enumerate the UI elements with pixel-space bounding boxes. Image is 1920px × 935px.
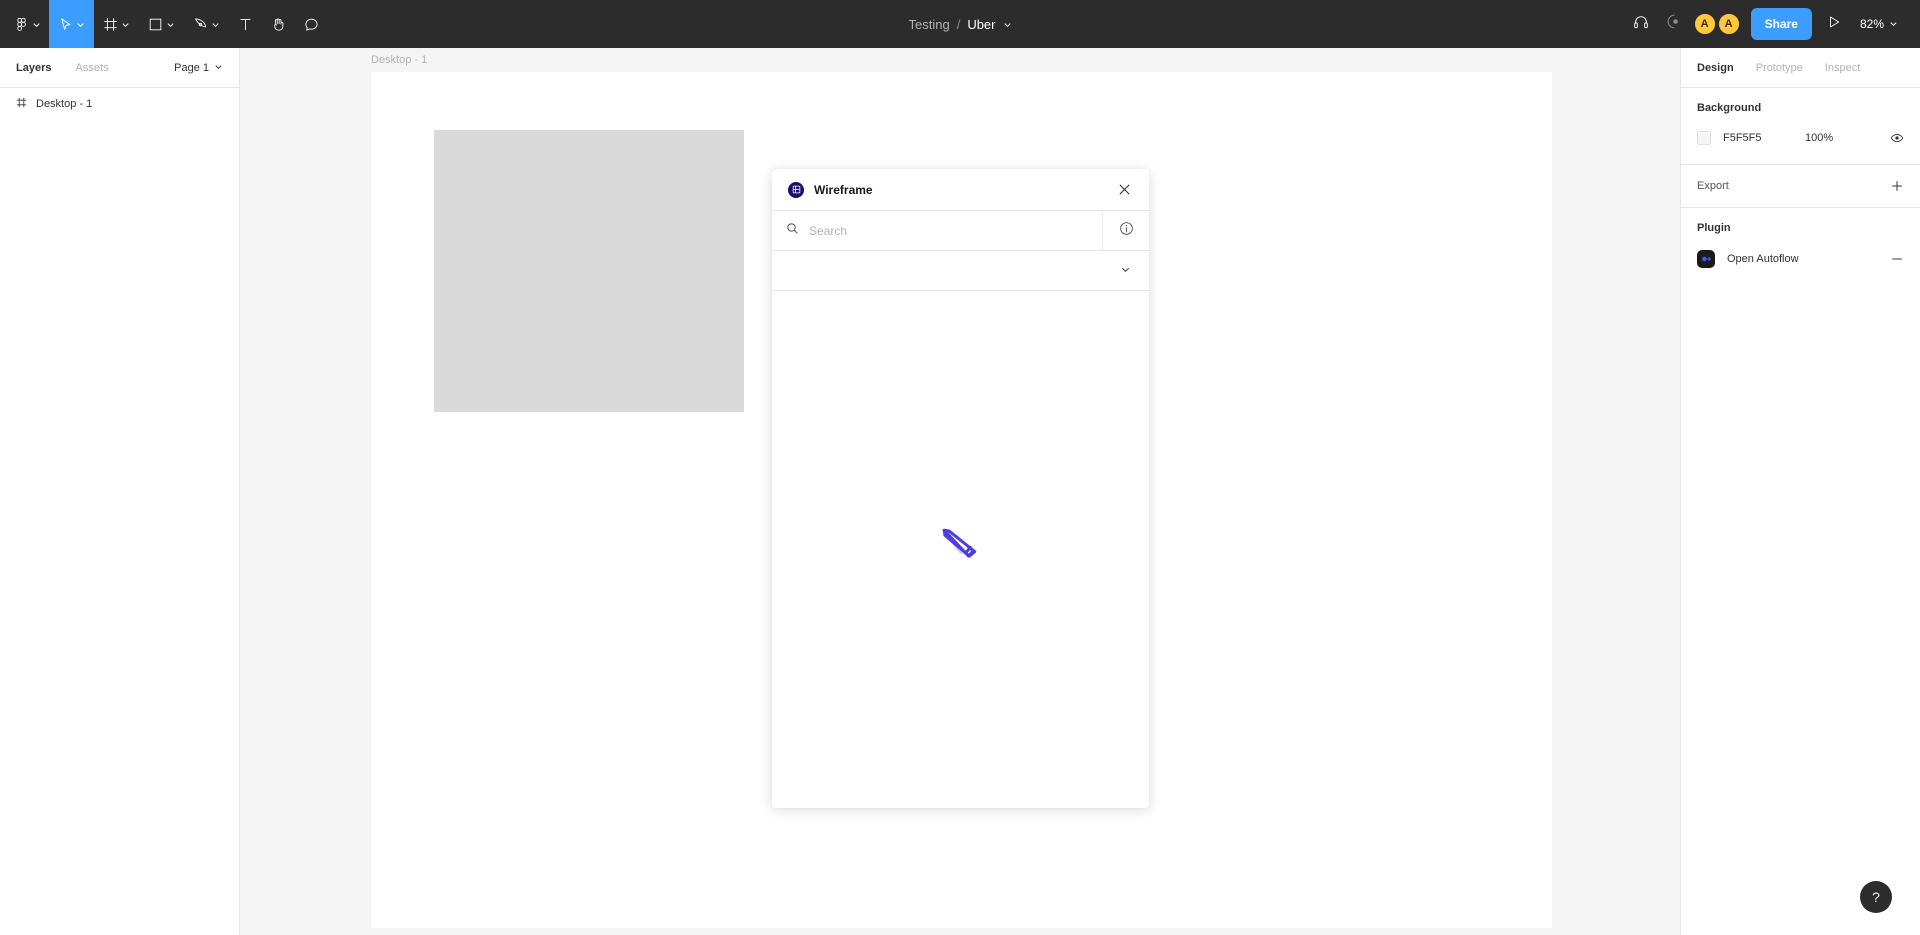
chevron-down-icon	[166, 20, 175, 29]
export-section-title: Export	[1697, 180, 1729, 192]
observation-mode-button[interactable]	[1659, 8, 1691, 40]
minus-icon[interactable]	[1890, 252, 1904, 266]
avatar[interactable]: A	[1716, 12, 1741, 36]
chevron-down-icon	[32, 20, 41, 29]
chevron-down-icon	[1889, 17, 1898, 31]
layer-item-desktop-1[interactable]: Desktop - 1	[0, 88, 239, 120]
avatar[interactable]: A	[1692, 12, 1717, 36]
observation-mode-icon	[1666, 13, 1683, 35]
plugin-section: Plugin Open Autoflow	[1681, 208, 1920, 286]
plugin-window-header: Wireframe	[772, 169, 1149, 211]
help-button[interactable]: ?	[1860, 881, 1892, 913]
autoflow-icon	[1697, 250, 1715, 268]
hand-icon	[271, 17, 286, 32]
plugin-item-label: Open Autoflow	[1727, 253, 1799, 265]
breadcrumb-separator: /	[956, 16, 961, 32]
share-button[interactable]: Share	[1750, 8, 1812, 40]
tab-inspect[interactable]: Inspect	[1825, 62, 1860, 74]
chevron-down-icon	[121, 20, 130, 29]
background-opacity-value[interactable]: 100%	[1805, 132, 1833, 144]
text-tool-button[interactable]	[229, 0, 262, 48]
plugin-filter-row[interactable]	[772, 251, 1149, 291]
left-sidebar: Layers Assets Page 1 Desktop - 1	[0, 48, 240, 935]
tab-prototype[interactable]: Prototype	[1756, 62, 1803, 74]
headphones-icon	[1633, 14, 1649, 35]
rectangle-icon	[148, 17, 163, 32]
left-sidebar-tabs: Layers Assets Page 1	[0, 48, 239, 88]
background-section: Background F5F5F5 100%	[1681, 88, 1920, 165]
figma-logo-icon	[14, 17, 29, 32]
chevron-down-icon	[211, 20, 220, 29]
zoom-level-button[interactable]: 82%	[1852, 17, 1904, 31]
top-toolbar: Testing / Uber A A Share 82%	[0, 0, 1920, 48]
tab-layers[interactable]: Layers	[16, 62, 51, 74]
toolbar-right-group: A A Share 82%	[1625, 0, 1920, 48]
plugin-window-title: Wireframe	[814, 182, 873, 197]
plugin-search-row	[772, 211, 1149, 251]
export-section-header: Export	[1697, 179, 1904, 193]
tab-design[interactable]: Design	[1697, 62, 1734, 74]
toolbar-tools-group	[0, 0, 328, 48]
background-fill-row: F5F5F5 100%	[1697, 126, 1904, 150]
comment-icon	[304, 17, 319, 32]
eye-icon[interactable]	[1890, 131, 1904, 145]
plugin-item-open-autoflow[interactable]: Open Autoflow	[1697, 246, 1904, 272]
background-section-title: Background	[1697, 102, 1762, 114]
move-tool-button[interactable]	[49, 0, 94, 48]
info-icon	[1119, 221, 1134, 241]
chevron-down-icon	[1120, 262, 1131, 280]
plugin-info-button[interactable]	[1103, 211, 1149, 250]
cursor-icon	[58, 17, 73, 32]
tab-assets[interactable]: Assets	[75, 62, 108, 74]
plugin-content-area	[772, 291, 1149, 808]
right-sidebar: Design Prototype Inspect Background F5F5…	[1680, 48, 1920, 935]
plugin-window: Wireframe	[772, 169, 1149, 808]
layer-item-label: Desktop - 1	[36, 98, 93, 110]
right-sidebar-tabs: Design Prototype Inspect	[1681, 48, 1920, 88]
close-icon[interactable]	[1113, 179, 1135, 201]
comment-tool-button[interactable]	[295, 0, 328, 48]
frame-tool-button[interactable]	[94, 0, 139, 48]
chevron-down-icon[interactable]	[1003, 20, 1012, 29]
text-icon	[238, 17, 253, 32]
figma-main-menu-button[interactable]	[0, 0, 49, 48]
frame-icon	[103, 17, 118, 32]
canvas-area[interactable]: Desktop - 1 Wireframe	[240, 48, 1680, 935]
present-button[interactable]	[1818, 8, 1850, 40]
breadcrumb-file-name[interactable]: Uber	[967, 17, 995, 32]
pen-icon	[193, 17, 208, 32]
pencil-icon	[938, 524, 984, 575]
export-section: Export	[1681, 165, 1920, 208]
canvas-rectangle[interactable]	[434, 130, 744, 412]
search-icon	[786, 222, 799, 240]
plugin-search-box[interactable]	[772, 211, 1103, 250]
color-swatch[interactable]	[1697, 131, 1711, 145]
frame-label[interactable]: Desktop - 1	[371, 54, 427, 66]
search-input[interactable]	[809, 223, 1102, 238]
zoom-level-value: 82%	[1859, 17, 1884, 31]
chevron-down-icon	[76, 20, 85, 29]
background-hex-value[interactable]: F5F5F5	[1723, 132, 1805, 144]
page-selector[interactable]: Page 1	[174, 62, 223, 74]
hand-tool-button[interactable]	[262, 0, 295, 48]
shape-tool-button[interactable]	[139, 0, 184, 48]
plus-icon[interactable]	[1890, 179, 1904, 193]
plugin-section-title: Plugin	[1697, 222, 1731, 234]
frame-icon	[16, 97, 27, 111]
wireframe-plugin-icon	[788, 181, 804, 198]
chevron-down-icon	[214, 62, 223, 74]
page-selector-label: Page 1	[174, 61, 209, 74]
pen-tool-button[interactable]	[184, 0, 229, 48]
play-icon	[1827, 15, 1841, 34]
audio-call-button[interactable]	[1625, 8, 1657, 40]
breadcrumb-project[interactable]: Testing	[908, 17, 949, 32]
